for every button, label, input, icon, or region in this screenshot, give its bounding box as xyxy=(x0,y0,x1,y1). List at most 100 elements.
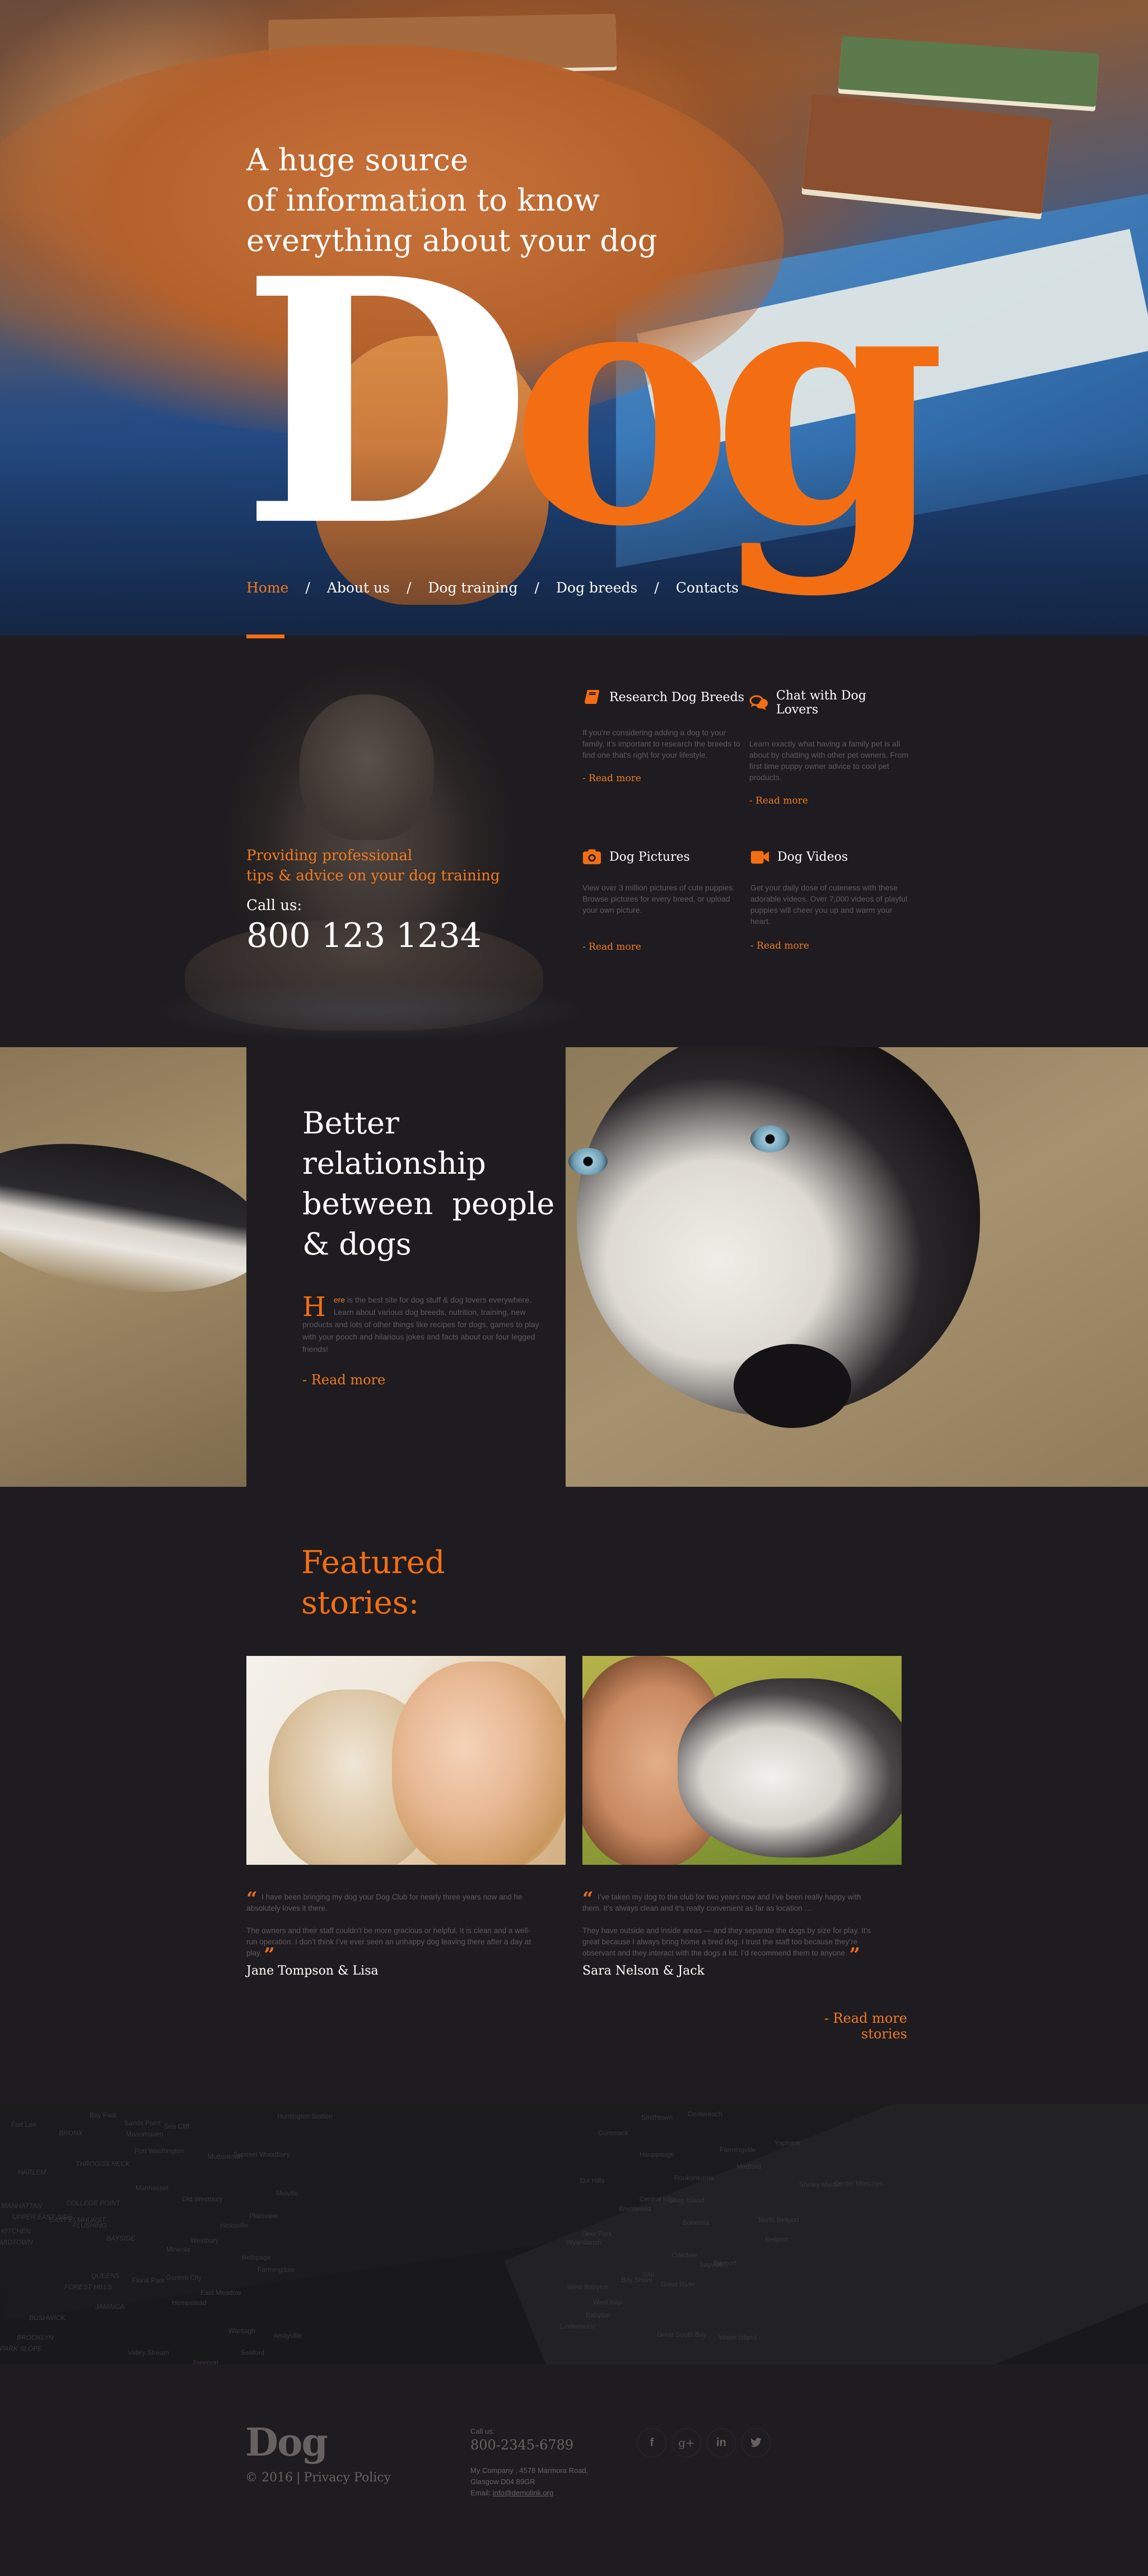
hero-section: A huge source of information to know eve… xyxy=(0,0,1148,636)
twitter-icon[interactable] xyxy=(741,2428,771,2457)
footer-copyright: © 2016 | Privacy Policy xyxy=(245,2471,391,2485)
feature-heading: Dog Pictures xyxy=(582,848,745,865)
map-place-label: Freeport xyxy=(193,2359,219,2364)
map-place-label: Port Washington xyxy=(134,2147,184,2155)
promo-phone-number[interactable]: 800 123 1234 xyxy=(246,916,500,955)
promo-tagline-line: Providing professional xyxy=(246,847,413,864)
social-links: f g+ in xyxy=(637,2428,771,2457)
map-place-label: Bohemia xyxy=(683,2219,710,2227)
feature-description: View over 3 million pictures of cute pup… xyxy=(582,883,735,914)
hero-logo-first-letter: D xyxy=(241,206,532,600)
footer: Dog © 2016 | Privacy Policy Call us: 800-2… xyxy=(0,2364,1148,2576)
camera-icon xyxy=(582,848,601,865)
map-place-label: JAMAICA xyxy=(95,2303,125,2311)
map-place-label: QUEENS xyxy=(91,2272,120,2280)
hero-logo[interactable]: Dog xyxy=(241,235,946,571)
map-place-label: Amityville xyxy=(273,2332,302,2340)
copyright-text: © 2016 xyxy=(245,2471,293,2485)
map-place-label: KITCHEN xyxy=(1,2227,31,2235)
map-place-label: Plainview xyxy=(249,2212,278,2220)
feature-title[interactable]: Dog Pictures xyxy=(609,850,690,864)
map-place-label: Deer Park xyxy=(582,2230,613,2238)
story-photo-girl-husky[interactable] xyxy=(582,1656,902,1865)
email-link[interactable]: info@demolink.org xyxy=(493,2489,554,2497)
footer-call-label: Call us: xyxy=(470,2427,495,2435)
close-quote-icon: ” xyxy=(264,1944,275,1966)
map-place-label: MANHATTAN xyxy=(1,2202,42,2210)
feature-title[interactable]: Chat with Dog Lovers xyxy=(776,689,912,717)
linkedin-icon[interactable]: in xyxy=(707,2428,736,2457)
map-place-label: MIDTOWN xyxy=(0,2238,33,2246)
feature-description: If you're considering adding a dog to yo… xyxy=(582,728,740,759)
nav-contacts[interactable]: Contacts xyxy=(676,580,739,596)
featured-title-line: stories: xyxy=(301,1585,419,1621)
feature-read-more-link[interactable]: - Read more xyxy=(750,940,913,951)
feature-title[interactable]: Research Dog Breeds xyxy=(609,690,744,704)
map-place-label: Farmingdale xyxy=(258,2266,295,2274)
relationship-section: Better relationship between people & dog… xyxy=(0,1047,1148,1487)
map-place-label: Great South Bay xyxy=(657,2331,707,2339)
nav-dog-breeds[interactable]: Dog breeds xyxy=(556,580,637,596)
map-place-label: Medford xyxy=(736,2163,762,2171)
footer-phone[interactable]: 800-2345-6789 xyxy=(470,2437,573,2453)
map-place-label: Fort Lee xyxy=(11,2121,36,2129)
testimonial-paragraph: The owners and their staff couldn’t be m… xyxy=(246,1925,538,1964)
map-place-label: Brentwood xyxy=(619,2205,651,2213)
map-place-label: FOREST HILLS xyxy=(64,2283,113,2291)
map-place-label: Old Westbury xyxy=(182,2195,223,2203)
map-place-label: Commack xyxy=(598,2129,629,2137)
map-place-label: Wantagh xyxy=(228,2327,255,2335)
testimonial-author: Sara Nelson & Jack xyxy=(582,1964,704,1978)
map-place-label: Great River xyxy=(661,2280,696,2288)
husky-tail-photo-fur xyxy=(0,1122,246,1314)
nav-dog-training[interactable]: Dog training xyxy=(428,580,517,596)
feature-title[interactable]: Dog Videos xyxy=(777,850,848,864)
footer-logo[interactable]: Dog xyxy=(245,2420,328,2465)
map-place-label: West Islip xyxy=(593,2298,622,2306)
map-place-label: Bay Park xyxy=(90,2111,117,2119)
story-photo-woman xyxy=(392,1662,566,1865)
relationship-text: Here is the best site for dog stuff & do… xyxy=(302,1294,549,1355)
relationship-title-line: relationship xyxy=(302,1146,486,1181)
feature-research-breeds: Research Dog Breeds If you're considerin… xyxy=(582,689,745,784)
nav-about-us[interactable]: About us xyxy=(327,580,390,596)
feature-description: Learn exactly what having a family pet i… xyxy=(749,739,909,782)
mastiff-photo-floor xyxy=(151,980,588,1042)
google-plus-icon[interactable]: g+ xyxy=(672,2428,701,2457)
feature-read-more-link[interactable]: - Read more xyxy=(749,795,912,806)
feature-read-more-link[interactable]: - Read more xyxy=(582,773,745,784)
map-place-label: Huntington Station xyxy=(277,2112,333,2120)
promo-tagline-line: tips & advice on your dog training xyxy=(246,867,500,884)
privacy-policy-link[interactable]: Privacy Policy xyxy=(304,2471,391,2485)
story-photo-husky xyxy=(678,1678,902,1858)
feature-read-more-link[interactable]: - Read more xyxy=(582,941,745,953)
map-place-label: Manhasset xyxy=(136,2184,169,2192)
facebook-icon[interactable]: f xyxy=(637,2428,666,2457)
map-place-label: Valley Stream xyxy=(128,2349,169,2356)
location-map[interactable]: Fort Lee BRONX HARLEM MANHATTAN UPPER EAST S… xyxy=(0,2104,1148,2364)
map-place-label: Hicksville xyxy=(220,2222,249,2229)
main-nav: Home / About us / Dog training / Dog bre… xyxy=(246,580,739,596)
map-place-label: Yaphank xyxy=(774,2139,801,2147)
map-place-label: Dix Hills xyxy=(580,2177,605,2185)
map-place-label: North Bellport xyxy=(758,2216,800,2224)
read-more-stories-link[interactable]: - Read more stories xyxy=(823,2010,907,2042)
husky-face-photo xyxy=(566,1047,1148,1487)
relationship-title-line: Better xyxy=(302,1105,399,1141)
testimonial-text: I’ve taken my dog to the club for two ye… xyxy=(582,1893,861,1912)
feature-heading: Chat with Dog Lovers xyxy=(749,689,912,717)
map-place-label: Garden City xyxy=(166,2274,202,2281)
map-place-label: Bayport xyxy=(713,2259,737,2267)
story-photo-woman-dog[interactable] xyxy=(246,1656,566,1865)
relationship-title-line: between people xyxy=(302,1186,555,1221)
feature-description: Get your daily dose of cuteness with the… xyxy=(750,883,908,926)
testimonial-paragraph: “ I’ve taken my dog to the club for two … xyxy=(582,1889,874,1914)
address-line: My Company , 4578 Marmora Road, xyxy=(470,2466,589,2475)
mastiff-photo-head xyxy=(300,694,434,840)
map-place-label: Lindenhurst xyxy=(560,2322,595,2330)
relationship-title-line: & dogs xyxy=(302,1226,412,1262)
nav-home[interactable]: Home xyxy=(246,580,288,596)
email-label: Email: xyxy=(470,2489,491,2497)
relationship-read-more-link[interactable]: - Read more xyxy=(302,1372,385,1388)
map-place-label: BRONX xyxy=(59,2129,83,2137)
